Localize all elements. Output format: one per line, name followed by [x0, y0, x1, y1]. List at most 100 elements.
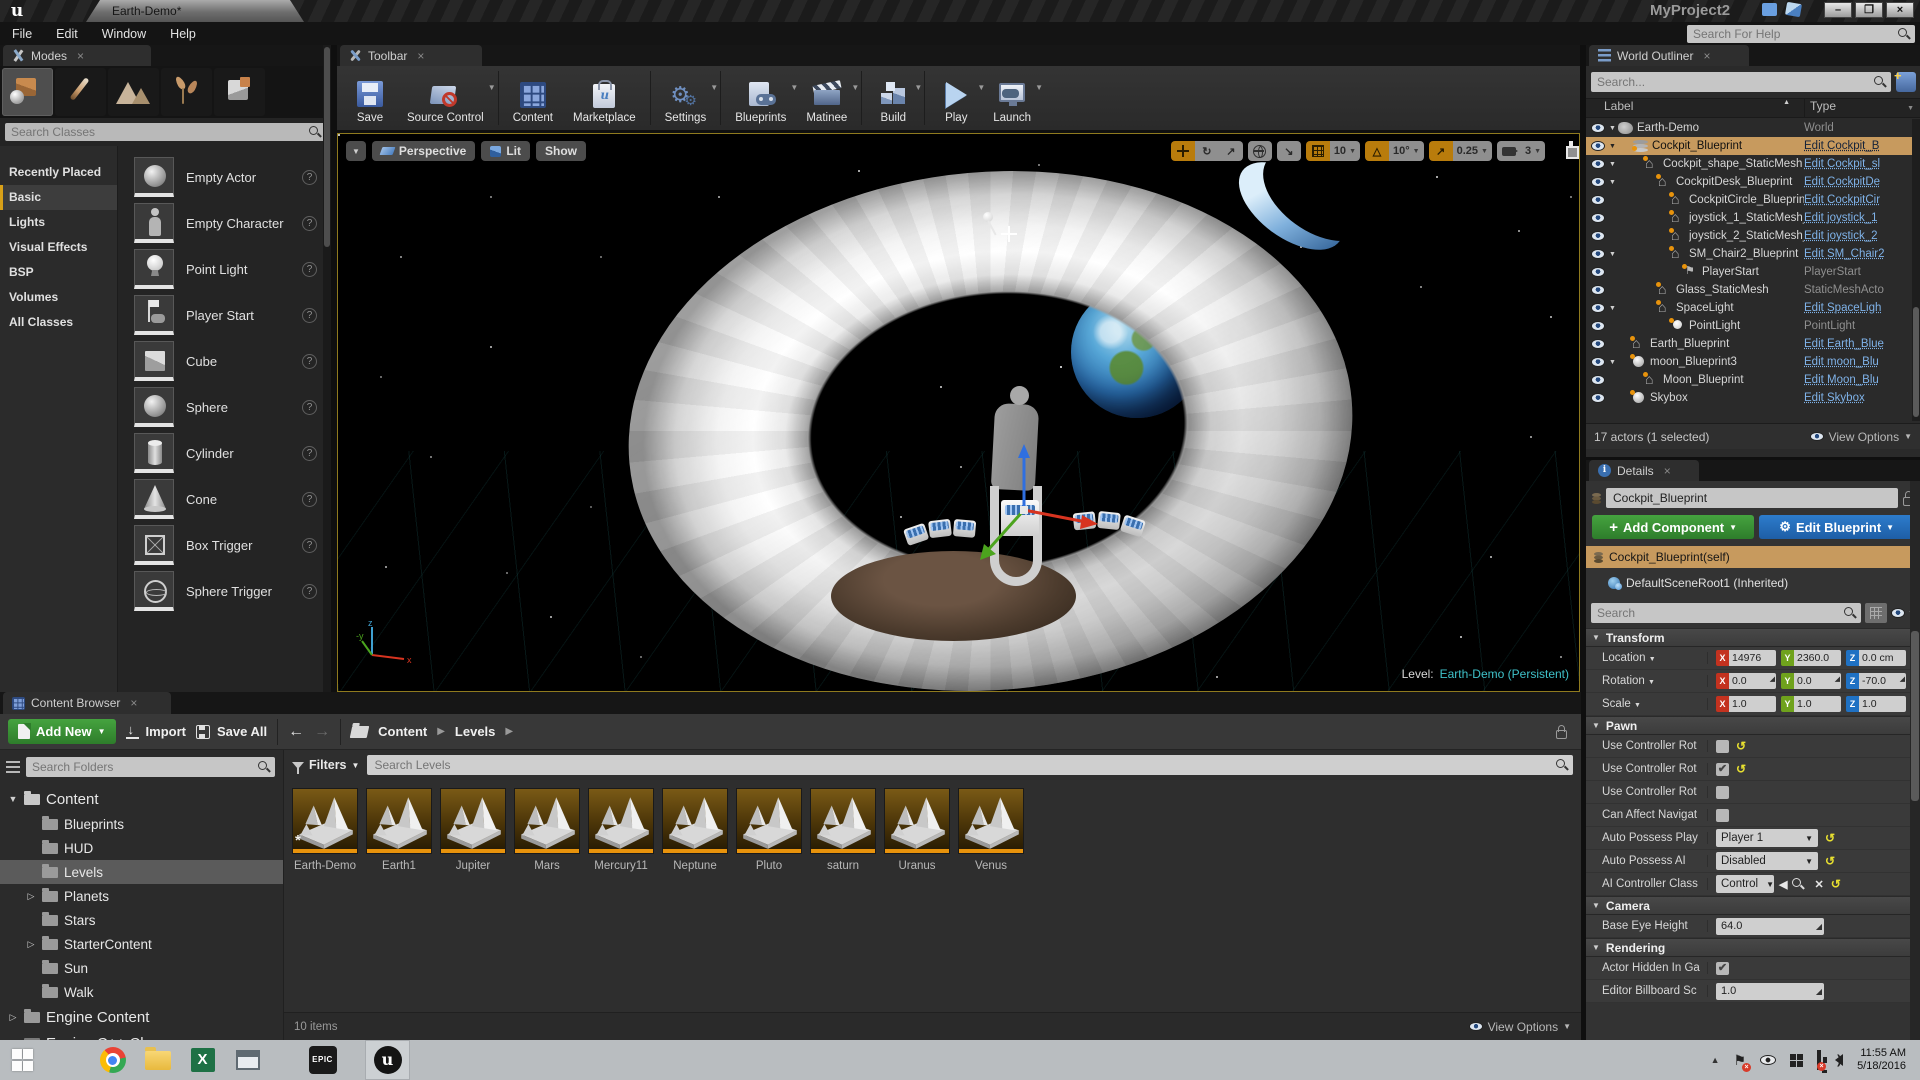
search-assets-box[interactable]: [367, 755, 1573, 775]
add-new-button[interactable]: Add New ▼: [8, 719, 116, 744]
reset-icon[interactable]: ↺: [1736, 739, 1746, 753]
location-y-field[interactable]: Y 2360.0: [1781, 650, 1841, 666]
move-tool-button[interactable]: [1170, 141, 1195, 161]
search-assets-input[interactable]: [367, 758, 1556, 772]
visibility-eye-icon[interactable]: [1591, 195, 1605, 205]
scale-snap-toggle[interactable]: ↗: [1428, 141, 1453, 161]
number-field[interactable]: 64.0 ◢: [1716, 917, 1824, 935]
world-coordinate-button[interactable]: [1247, 141, 1272, 161]
category-visual-effects[interactable]: Visual Effects: [0, 235, 117, 260]
visibility-eye-icon[interactable]: [1591, 141, 1605, 151]
outliner-row-cockpit_shape_staticmesh[interactable]: ▼Cockpit_shape_StaticMeshEdit Cockpit_sl: [1586, 155, 1920, 173]
visibility-eye-icon[interactable]: [1591, 303, 1605, 313]
use-selected-icon[interactable]: ◀: [1779, 878, 1787, 891]
component-row-self[interactable]: Cockpit_Blueprint(self): [1586, 546, 1920, 568]
blueprints-button[interactable]: ▼ Blueprints: [725, 69, 798, 127]
tray-eye-icon[interactable]: [1760, 1055, 1777, 1065]
source-control-button[interactable]: ▼ Source Control: [397, 69, 496, 127]
perspective-button[interactable]: Perspective: [371, 141, 476, 161]
add-component-button[interactable]: + Add Component ▼: [1592, 515, 1755, 539]
scale-y-field[interactable]: Y 1.0: [1781, 696, 1841, 712]
minimize-button[interactable]: –: [1824, 2, 1852, 18]
asset-mercury11[interactable]: Mercury11: [588, 788, 654, 872]
action-center-flag-icon[interactable]: ⚑ ×: [1734, 1052, 1752, 1072]
details-search-box[interactable]: [1591, 603, 1862, 623]
menu-help[interactable]: Help: [158, 27, 208, 41]
close-button[interactable]: ×: [1886, 2, 1914, 18]
close-tab-icon[interactable]: ×: [1703, 49, 1710, 63]
folder-planets[interactable]: ▷ Planets: [0, 884, 283, 908]
outliner-row-spacelight[interactable]: ▼SpaceLightEdit SpaceLigh: [1586, 299, 1920, 317]
placeable-sphere[interactable]: Sphere?: [134, 384, 329, 430]
play-button[interactable]: ▼ Play: [929, 69, 985, 127]
asset-mars[interactable]: Mars: [514, 788, 580, 872]
actor-name-field[interactable]: Cockpit_Blueprint: [1606, 488, 1898, 508]
outliner-row-cockpitcircle_blueprin[interactable]: CockpitCircle_BlueprinEdit CockpitCir: [1586, 191, 1920, 209]
dropdown-auto-possess-play[interactable]: Player 1 ▼: [1716, 829, 1818, 847]
outliner-row-skybox[interactable]: Skybox Edit Skybox: [1586, 389, 1920, 407]
asset-jupiter[interactable]: Jupiter: [440, 788, 506, 872]
maximize-viewport-button[interactable]: [1569, 141, 1573, 159]
edit-blueprint-link[interactable]: Edit joystick_1: [1804, 212, 1920, 224]
scale-tool-button[interactable]: ↗: [1218, 141, 1243, 161]
checkbox[interactable]: [1716, 808, 1729, 822]
placeable-cone[interactable]: Cone?: [134, 476, 329, 522]
placeable-cylinder[interactable]: Cylinder?: [134, 430, 329, 476]
reset-icon[interactable]: ↺: [1831, 877, 1841, 891]
tab-modes[interactable]: Modes ×: [3, 45, 151, 66]
visibility-eye-icon[interactable]: [1591, 213, 1605, 223]
rotation-snap-toggle[interactable]: △: [1365, 141, 1389, 161]
volume-icon[interactable]: [1823, 1052, 1844, 1067]
launch-button[interactable]: ▼ Launch: [983, 69, 1043, 127]
help-search-box[interactable]: [1687, 25, 1915, 43]
clear-icon[interactable]: ✕: [1814, 878, 1823, 891]
folder-content[interactable]: ▼ Content: [0, 786, 283, 812]
reset-icon[interactable]: ↺: [1825, 831, 1835, 845]
outliner-row-earth-demo[interactable]: ▼ Earth-Demo World: [1586, 119, 1920, 137]
mode-tab-landscape[interactable]: [108, 68, 159, 116]
chrome-icon[interactable]: [90, 1040, 135, 1080]
category-volumes[interactable]: Volumes: [0, 285, 117, 310]
edit-blueprint-link[interactable]: Edit moon_Blu: [1804, 356, 1920, 368]
excel-icon[interactable]: X: [180, 1040, 225, 1080]
asset-pluto[interactable]: Pluto: [736, 788, 802, 872]
outliner-row-cockpitdesk_blueprint[interactable]: ▼CockpitDesk_BlueprintEdit CockpitDe: [1586, 173, 1920, 191]
browse-icon[interactable]: [1792, 878, 1804, 890]
edit-blueprint-link[interactable]: Edit Cockpit_B: [1804, 140, 1920, 152]
placeable-sphere-trigger[interactable]: Sphere Trigger?: [134, 568, 329, 614]
outliner-row-pointlight[interactable]: PointLight PointLight: [1586, 317, 1920, 335]
search-folders-box[interactable]: [26, 757, 275, 777]
class-picker[interactable]: Control ▼: [1716, 875, 1774, 893]
file-explorer-icon[interactable]: [135, 1040, 180, 1080]
close-tab-icon[interactable]: ×: [1664, 464, 1671, 478]
epic-launcher-icon[interactable]: EPIC: [300, 1040, 345, 1080]
component-row-sceneroot[interactable]: DefaultSceneRoot1 (Inherited): [1586, 572, 1920, 594]
save-all-button[interactable]: Save All: [196, 724, 267, 739]
category-recently-placed[interactable]: Recently Placed: [0, 160, 117, 185]
tab-content-browser[interactable]: Content Browser ×: [3, 692, 171, 714]
asset-neptune[interactable]: Neptune: [662, 788, 728, 872]
window-app-icon[interactable]: [225, 1040, 270, 1080]
visibility-eye-icon[interactable]: [1591, 375, 1605, 385]
edit-blueprint-link[interactable]: Edit joystick_2: [1804, 230, 1920, 242]
save-button[interactable]: Save: [343, 69, 397, 127]
outliner-row-moon_blueprint[interactable]: Moon_BlueprintEdit Moon_Blu: [1586, 371, 1920, 389]
edit-blueprint-link[interactable]: Edit Earth_Blue: [1804, 338, 1920, 350]
lit-mode-button[interactable]: Lit: [481, 141, 530, 161]
taskbar-clock[interactable]: 11:55 AM 5/18/2016: [1857, 1047, 1910, 1073]
checkbox[interactable]: [1716, 739, 1729, 753]
visibility-eye-icon[interactable]: [1591, 249, 1605, 259]
import-button[interactable]: Import: [125, 722, 186, 739]
collapse-tree-icon[interactable]: [6, 761, 20, 773]
translate-gizmo[interactable]: [958, 434, 1108, 574]
feedback-chat-icon[interactable]: [1762, 3, 1777, 16]
matinee-button[interactable]: ▼ Matinee: [796, 69, 859, 127]
mode-tab-foliage[interactable]: [161, 68, 212, 116]
breadcrumb-content[interactable]: Content: [378, 724, 427, 739]
menu-file[interactable]: File: [0, 27, 44, 41]
folder-hud[interactable]: HUD: [0, 836, 283, 860]
placeable-box-trigger[interactable]: Box Trigger?: [134, 522, 329, 568]
reset-icon[interactable]: ↺: [1825, 854, 1835, 868]
lock-browser-icon[interactable]: [1556, 724, 1567, 739]
search-folders-input[interactable]: [26, 760, 258, 774]
